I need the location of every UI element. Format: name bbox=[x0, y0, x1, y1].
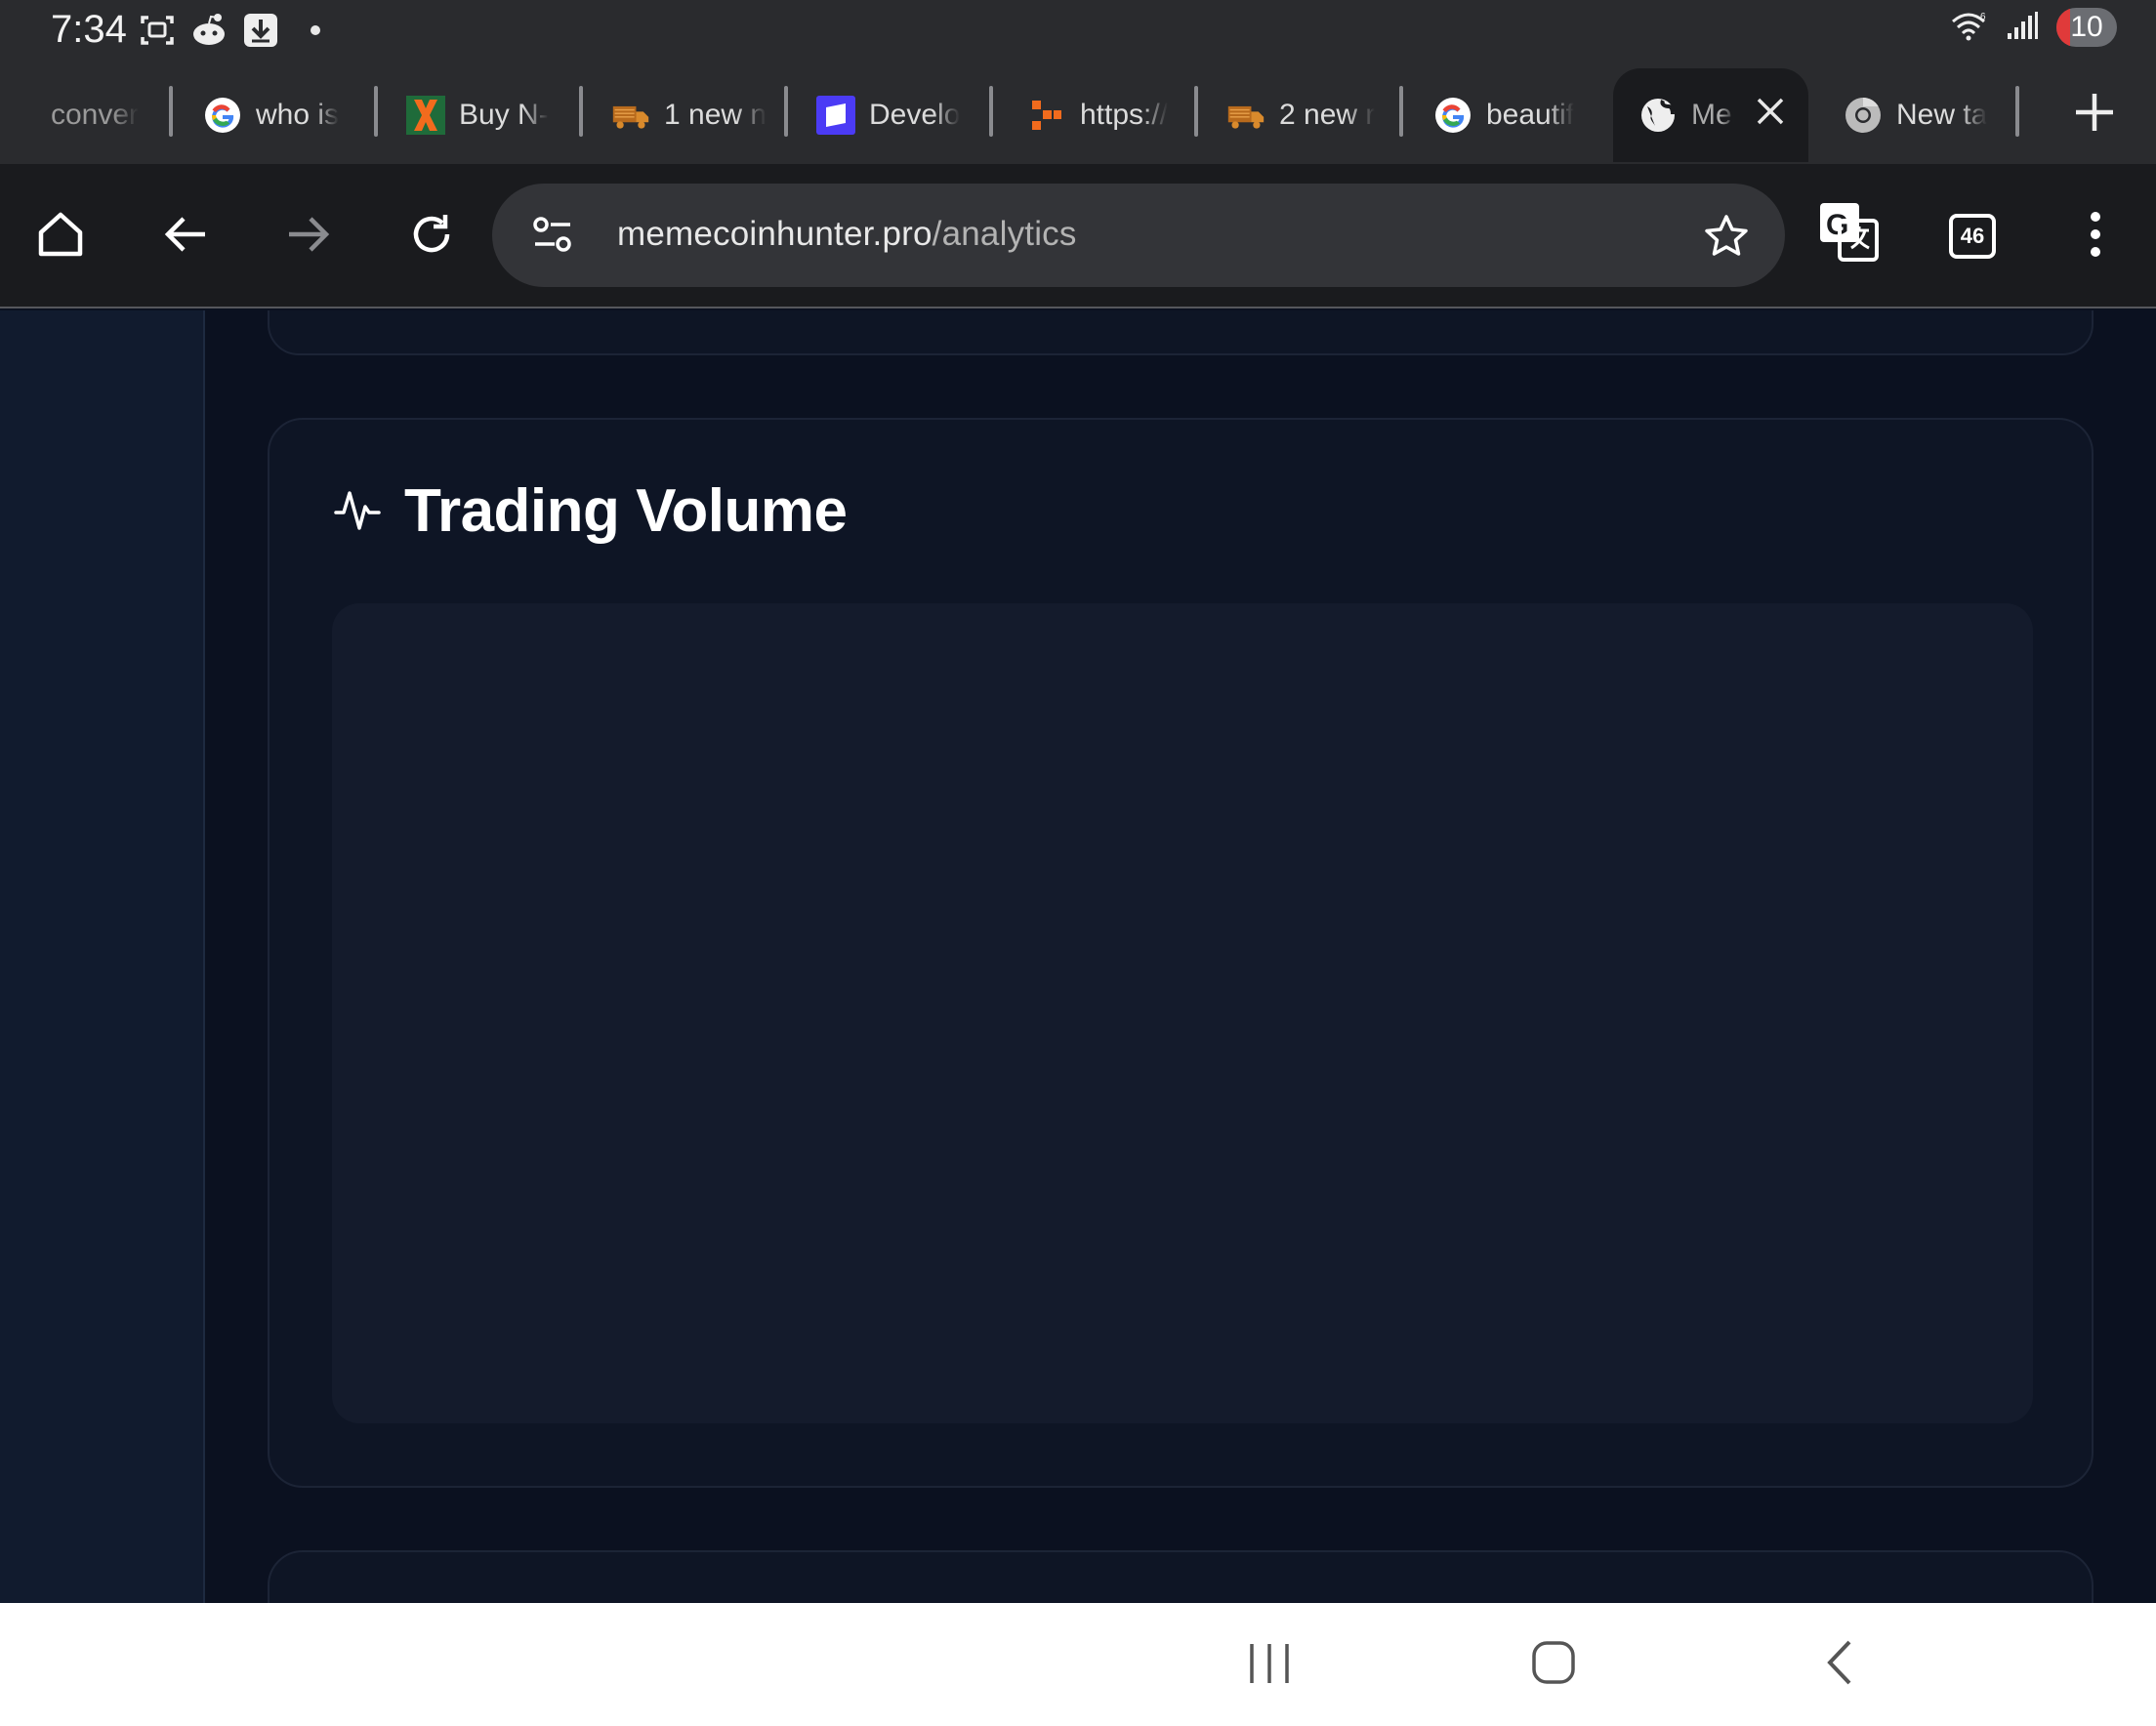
address-bar[interactable]: memecoinhunter.pro/analytics bbox=[492, 184, 1785, 287]
tab-item[interactable]: 1 new n bbox=[611, 68, 777, 162]
status-icons-right: 6 10 bbox=[1949, 8, 2117, 47]
trading-volume-chart-placeholder bbox=[332, 603, 2033, 1423]
tab-item[interactable]: Buy N- bbox=[406, 68, 572, 162]
trading-volume-card: Trading Volume bbox=[268, 418, 2094, 1488]
card-title: Trading Volume bbox=[404, 477, 848, 545]
menu-button[interactable] bbox=[2064, 205, 2127, 267]
tab-separator bbox=[2015, 86, 2019, 137]
tab-count-badge: 46 bbox=[1949, 214, 1996, 259]
battery-level: 10 bbox=[2070, 11, 2103, 43]
system-navigation-bar bbox=[0, 1603, 2156, 1726]
bookmark-star-icon[interactable] bbox=[1703, 213, 1750, 265]
tab-label: Develo bbox=[869, 99, 961, 131]
tab-item[interactable]: New ta bbox=[1844, 68, 1990, 162]
next-card bbox=[268, 1550, 2094, 1603]
tab-separator bbox=[784, 86, 788, 137]
tab-label: who is bbox=[256, 99, 340, 131]
status-icons-left bbox=[139, 12, 320, 49]
tab-label: conver bbox=[51, 99, 140, 131]
orange-dots-icon bbox=[1027, 96, 1066, 135]
url-host: memecoinhunter.pro bbox=[617, 215, 933, 253]
chrome-icon bbox=[1844, 96, 1883, 135]
truck-icon bbox=[611, 96, 650, 135]
truck-icon bbox=[1226, 96, 1265, 135]
tab-item-active[interactable]: Mer bbox=[1613, 68, 1808, 162]
new-tab-button[interactable] bbox=[2070, 88, 2119, 137]
tab-label: 2 new r bbox=[1279, 99, 1376, 131]
home-button[interactable] bbox=[29, 205, 92, 267]
tab-separator bbox=[1194, 86, 1198, 137]
status-time: 7:34 bbox=[51, 8, 127, 51]
tab-label: 1 new n bbox=[664, 99, 767, 131]
sidebar bbox=[0, 310, 205, 1603]
tab-label: beautif bbox=[1486, 99, 1575, 131]
tab-separator bbox=[374, 86, 378, 137]
screenshot-icon bbox=[139, 12, 176, 49]
forward-button[interactable] bbox=[277, 205, 340, 267]
google-icon bbox=[1433, 96, 1472, 135]
tab-label: https:// bbox=[1080, 99, 1169, 131]
more-vert-icon bbox=[2088, 209, 2103, 265]
browser-toolbar: memecoinhunter.pro/analytics G 46 bbox=[0, 164, 2156, 308]
forward-arrow-icon bbox=[283, 209, 334, 265]
url-path: /analytics bbox=[932, 215, 1077, 253]
tab-switcher-button[interactable]: 46 bbox=[1941, 205, 2004, 267]
tab-separator bbox=[1399, 86, 1403, 137]
svg-text:G: G bbox=[1826, 209, 1848, 241]
back-arrow-icon bbox=[160, 209, 211, 265]
wifi-icon: 6 bbox=[1949, 10, 1988, 46]
globe-icon bbox=[1638, 96, 1678, 135]
google-icon bbox=[203, 96, 242, 135]
tab-strip: conver who is Buy N- 1 new n Develo http… bbox=[0, 61, 2156, 164]
activity-icon bbox=[332, 483, 383, 539]
recent-apps-button[interactable] bbox=[1248, 1638, 1291, 1692]
notification-dot bbox=[311, 25, 320, 35]
tab-label: Mer bbox=[1691, 99, 1734, 131]
reload-button[interactable] bbox=[400, 205, 463, 267]
page-content: Trading Volume bbox=[0, 310, 2156, 1603]
home-nav-button[interactable] bbox=[1531, 1638, 1576, 1692]
tab-item[interactable]: beautif bbox=[1433, 68, 1599, 162]
translate-icon: G bbox=[1818, 201, 1879, 267]
x-logo-icon bbox=[406, 96, 445, 135]
url-text[interactable]: memecoinhunter.pro/analytics bbox=[617, 215, 1077, 254]
svg-text:6: 6 bbox=[1980, 12, 1986, 22]
reddit-icon bbox=[189, 12, 228, 49]
tab-item[interactable]: 2 new r bbox=[1226, 68, 1392, 162]
previous-card bbox=[268, 310, 2094, 355]
tab-item[interactable]: who is bbox=[203, 68, 369, 162]
close-tab-icon[interactable] bbox=[1754, 95, 1787, 136]
tab-item[interactable]: https:// bbox=[1027, 68, 1193, 162]
tab-separator bbox=[989, 86, 993, 137]
status-bar: 7:34 6 10 bbox=[0, 0, 2156, 61]
download-icon bbox=[242, 12, 279, 49]
tab-separator bbox=[579, 86, 583, 137]
site-settings-icon[interactable] bbox=[531, 215, 574, 259]
home-icon bbox=[33, 207, 88, 267]
battery-indicator: 10 bbox=[2056, 8, 2117, 47]
translate-button[interactable]: G bbox=[1818, 201, 1879, 267]
tab-label: Buy N- bbox=[459, 99, 549, 131]
reload-icon bbox=[406, 209, 457, 265]
purple-square-icon bbox=[816, 96, 855, 135]
tab-label: New ta bbox=[1896, 99, 1988, 131]
tab-item[interactable]: conver bbox=[51, 68, 148, 162]
back-button[interactable] bbox=[154, 205, 217, 267]
card-header: Trading Volume bbox=[332, 476, 848, 546]
tab-item[interactable]: Develo bbox=[816, 68, 982, 162]
signal-icon bbox=[2006, 10, 2039, 46]
tab-separator bbox=[169, 86, 173, 137]
back-nav-button[interactable] bbox=[1822, 1638, 1857, 1692]
